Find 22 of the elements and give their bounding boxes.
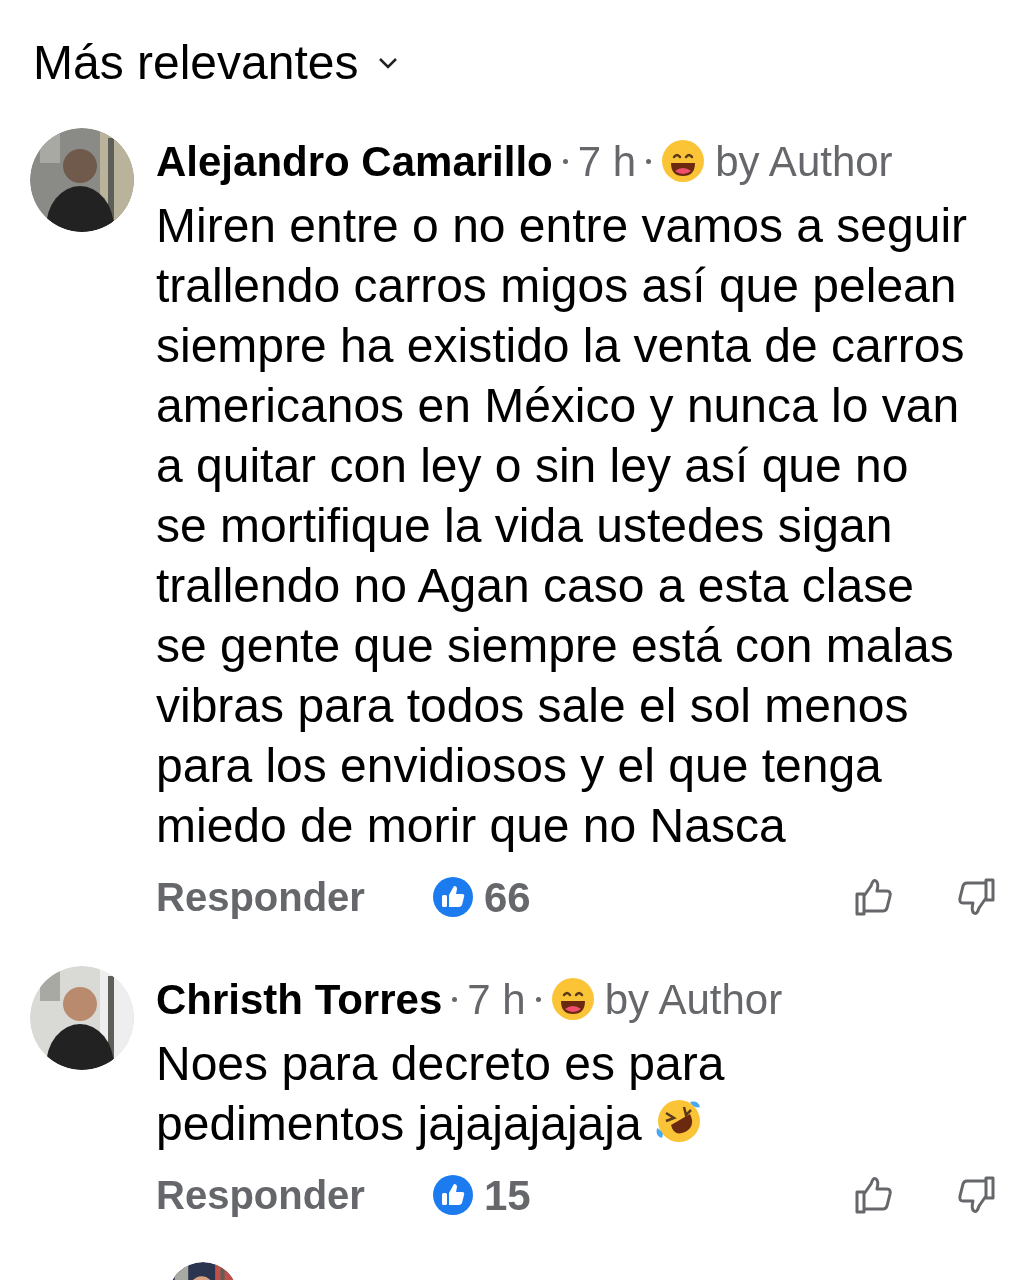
comment-time: 7 h xyxy=(467,974,526,1025)
like-badge-icon xyxy=(432,1174,474,1216)
grinning-face-icon xyxy=(550,977,595,1021)
thumbs-down-icon[interactable] xyxy=(955,876,997,918)
comment-text: Miren entre o no entre vamos a seguir trallendo carros migos así que pelean siempre ha existido la venta de carros americanos en México y nunca lo van a quitar con ley o sin ley así que no se mortifique la vida ustedes sigan trallendo no Agan caso a esta clase se gente que siempre está con malas vibras para todos sale el sol menos para los envidiosos y el que tenga miedo de morir que no Nasca xyxy=(156,198,969,854)
grinning-face-icon xyxy=(661,139,706,183)
sort-dropdown[interactable]: Más relevantes xyxy=(33,38,399,88)
author-label: by Author xyxy=(604,974,783,1025)
reply-link[interactable]: Responder xyxy=(156,867,432,927)
comment-time: 7 h xyxy=(577,136,637,187)
thumbs-up-icon[interactable] xyxy=(853,1174,895,1216)
like-badge-icon xyxy=(432,876,474,918)
author-name[interactable]: Alejandro Camarillo xyxy=(156,129,553,193)
thumbs-up-icon[interactable] xyxy=(853,876,895,918)
reply-link[interactable]: Responder xyxy=(156,1165,432,1225)
thumbs-down-icon[interactable] xyxy=(955,1174,997,1216)
author-label: by Author xyxy=(715,136,893,187)
comment-text: Noes para decreto es para pedimentos jajajajajaja xyxy=(156,1036,726,1152)
like-count: 66 xyxy=(484,872,532,923)
like-count: 15 xyxy=(484,1170,532,1221)
chevron-down-icon xyxy=(378,57,399,69)
author-name[interactable]: Christh Torres xyxy=(156,967,443,1031)
